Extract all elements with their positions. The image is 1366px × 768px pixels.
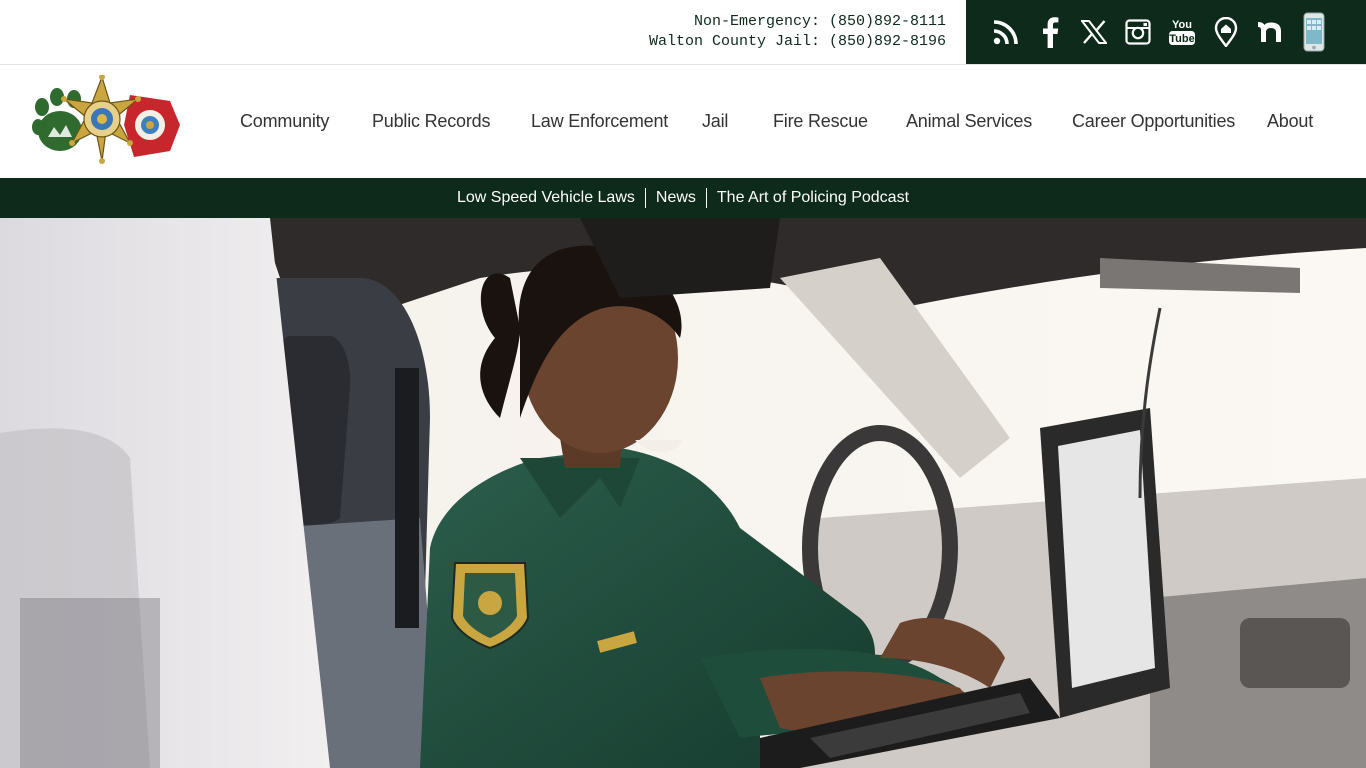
youtube-icon[interactable]: You Tube (1160, 12, 1204, 52)
social-links: You Tube (966, 0, 1366, 64)
rss-icon[interactable] (984, 12, 1028, 52)
subnav-podcast[interactable]: The Art of Policing Podcast (707, 189, 919, 207)
hero-image (0, 218, 1366, 768)
nav-about[interactable]: About (1267, 111, 1313, 132)
subnav-low-speed-vehicle-laws[interactable]: Low Speed Vehicle Laws (447, 189, 645, 207)
top-bar: Non-Emergency: (850)892-8111 Walton Coun… (0, 0, 1366, 64)
contact-info: Non-Emergency: (850)892-8111 Walton Coun… (649, 12, 946, 52)
nextdoor-icon[interactable] (1248, 12, 1292, 52)
location-pin-icon[interactable] (1204, 12, 1248, 52)
non-emergency-phone[interactable]: Non-Emergency: (850)892-8111 (649, 12, 946, 32)
x-icon[interactable] (1072, 12, 1116, 52)
nav-law-enforcement[interactable]: Law Enforcement (531, 111, 668, 132)
svg-text:Tube: Tube (1169, 33, 1194, 45)
nav-jail[interactable]: Jail (702, 111, 728, 132)
nav-career-opportunities[interactable]: Career Opportunities (1072, 111, 1235, 132)
nav-fire-rescue[interactable]: Fire Rescue (773, 111, 868, 132)
nav-animal-services[interactable]: Animal Services (906, 111, 1032, 132)
nav-community[interactable]: Community (240, 111, 329, 132)
main-nav: Community Public Records Law Enforcement… (0, 65, 1366, 179)
jail-phone[interactable]: Walton County Jail: (850)892-8196 (649, 32, 946, 52)
secondary-nav: Low Speed Vehicle Laws News The Art of P… (0, 178, 1366, 218)
nav-public-records[interactable]: Public Records (372, 111, 490, 132)
site-header: Community Public Records Law Enforcement… (0, 64, 1366, 178)
mobile-app-icon[interactable] (1292, 12, 1336, 52)
svg-text:You: You (1172, 19, 1192, 31)
subnav-news[interactable]: News (646, 189, 706, 207)
facebook-icon[interactable] (1028, 12, 1072, 52)
instagram-icon[interactable] (1116, 12, 1160, 52)
